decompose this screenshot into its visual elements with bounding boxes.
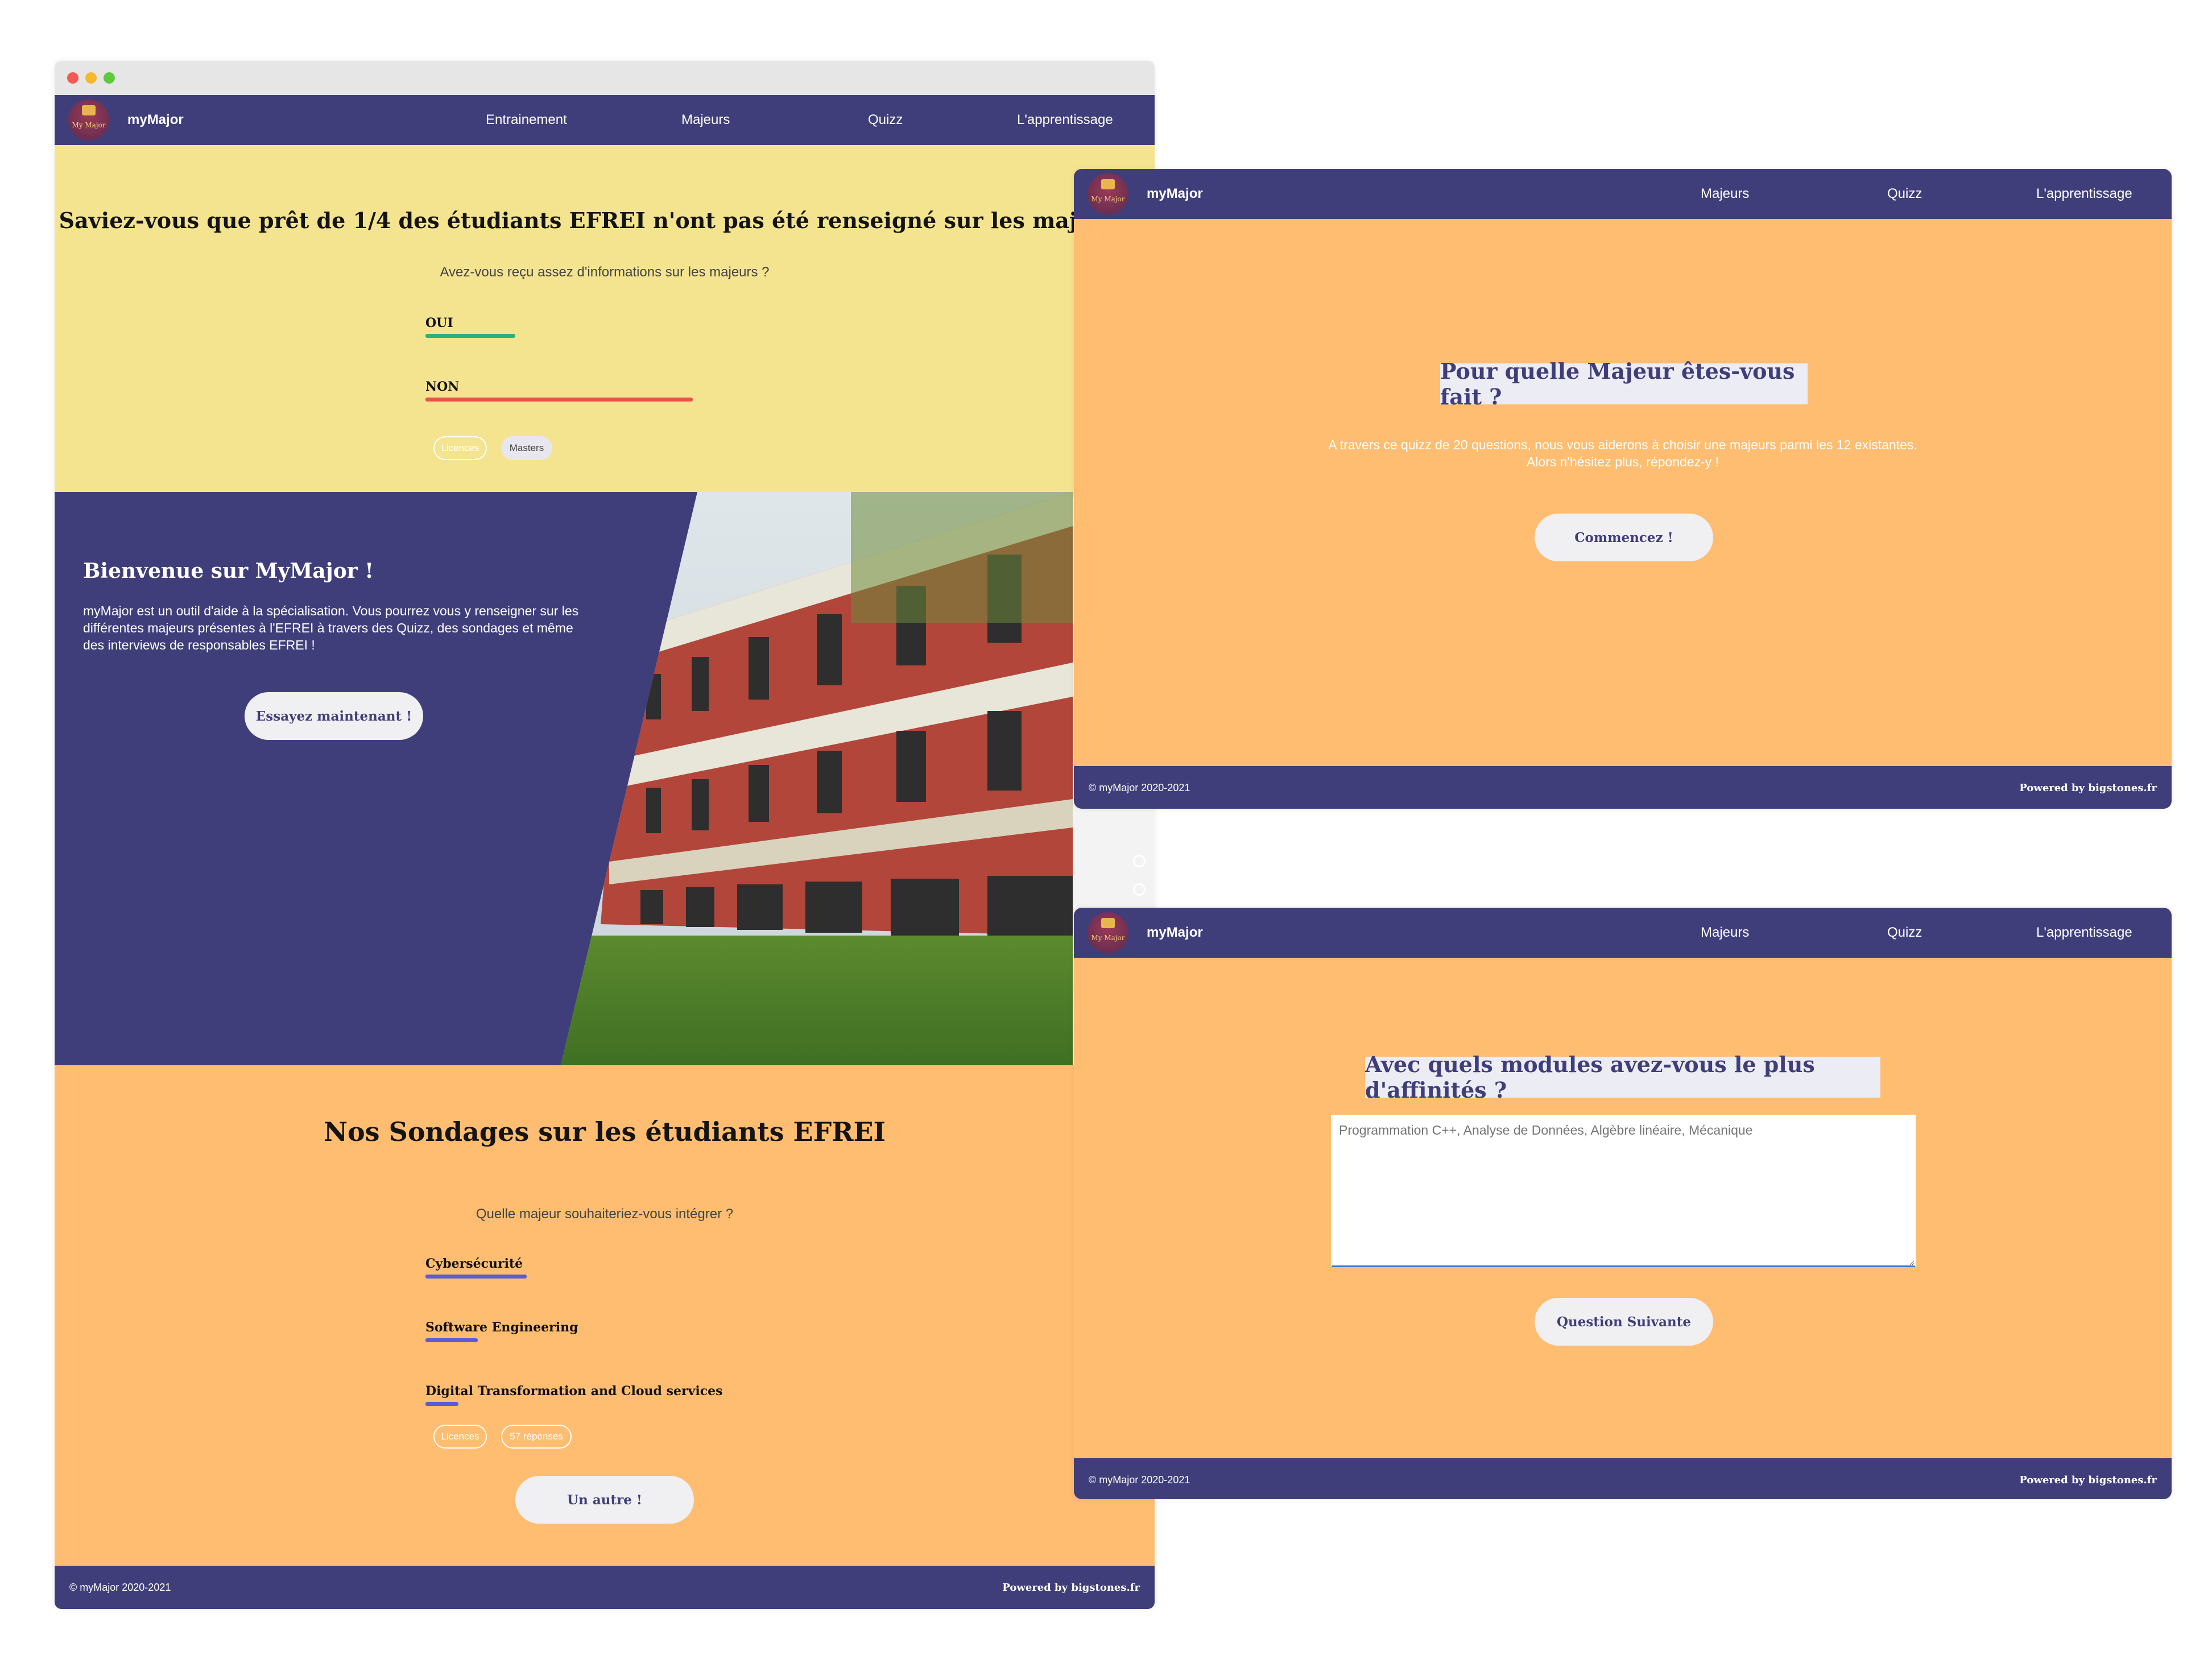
modules-answer-textarea[interactable] <box>1331 1115 1916 1267</box>
tag-responses-count[interactable]: 57 réponses <box>501 1425 572 1449</box>
main-browser-window: My Major myMajor Entrainement Majeurs Qu… <box>55 61 1155 1609</box>
brand-name[interactable]: myMajor <box>127 112 184 128</box>
tag-licences[interactable]: Licences <box>433 436 487 460</box>
nav-link-majeurs[interactable]: Majeurs <box>1701 925 1749 941</box>
main-navbar: My Major myMajor Entrainement Majeurs Qu… <box>55 95 1155 145</box>
footer-powered-by[interactable]: Powered by bigstones.fr <box>2019 1474 2157 1486</box>
poll-option-cybersecurite[interactable]: Cybersécurité <box>425 1256 523 1271</box>
poll-option-software-engineering[interactable]: Software Engineering <box>425 1320 578 1335</box>
carousel-dot-1[interactable] <box>1133 855 1146 867</box>
footer-copyright: © myMajor 2020-2021 <box>1089 782 1190 793</box>
footer-powered-by[interactable]: Powered by bigstones.fr <box>2019 782 2157 794</box>
quiz-navbar: My Major myMajor Majeurs Quizz L'apprent… <box>1074 169 2172 219</box>
next-question-button[interactable]: Question Suivante <box>1535 1298 1713 1346</box>
nav-link-apprentissage[interactable]: L'apprentissage <box>2036 925 2132 941</box>
close-window-icon[interactable] <box>67 72 78 84</box>
brand-name[interactable]: myMajor <box>1147 925 1203 941</box>
browser-title-bar <box>55 61 1155 95</box>
nav-link-quizz[interactable]: Quizz <box>1887 186 1922 202</box>
efrei-building-photo-icon <box>561 492 1073 1065</box>
footer-copyright: © myMajor 2020-2021 <box>69 1582 171 1593</box>
polls-title: Nos Sondages sur les étudiants EFREI <box>323 1116 886 1147</box>
carousel-dot-2[interactable] <box>1133 883 1146 896</box>
question-navbar: My Major myMajor Majeurs Quizz L'apprent… <box>1074 908 2172 958</box>
nav-link-majeurs[interactable]: Majeurs <box>1701 186 1749 202</box>
mymajor-logo-icon[interactable]: My Major <box>1088 912 1128 953</box>
mymajor-logo-icon[interactable]: My Major <box>68 100 109 140</box>
tag-licences[interactable]: Licences <box>433 1425 487 1449</box>
minimize-window-icon[interactable] <box>85 72 97 84</box>
nav-link-apprentissage[interactable]: L'apprentissage <box>2036 186 2132 202</box>
quiz-footer: © myMajor 2020-2021 Powered by bigstones… <box>1074 766 2172 809</box>
quiz-title: Pour quelle Majeur êtes-vous fait ? <box>1440 358 1808 409</box>
question-title: Avec quels modules avez-vous le plus d'a… <box>1365 1052 1880 1103</box>
nav-link-majeurs[interactable]: Majeurs <box>681 112 730 128</box>
another-poll-button[interactable]: Un autre ! <box>515 1476 694 1524</box>
quiz-description-line1: A travers ce quizz de 20 questions, nous… <box>1328 437 1917 452</box>
poll-bar-software-engineering <box>425 1338 478 1342</box>
brand-name[interactable]: myMajor <box>1147 186 1203 202</box>
nav-link-quizz[interactable]: Quizz <box>1887 925 1922 941</box>
poll-bar-cybersecurite <box>425 1275 527 1279</box>
survey-option-non[interactable]: NON <box>425 379 459 394</box>
survey-title: Saviez-vous que prêt de 1/4 des étudiant… <box>59 208 1151 233</box>
footer-copyright: © myMajor 2020-2021 <box>1089 1474 1190 1486</box>
question-footer: © myMajor 2020-2021 Powered by bigstones… <box>1074 1458 2172 1499</box>
poll-bar-digital-transformation <box>425 1402 458 1406</box>
quiz-question-window: My Major myMajor Majeurs Quizz L'apprent… <box>1074 908 2172 1499</box>
tag-masters[interactable]: Masters <box>501 436 552 460</box>
footer-powered-by[interactable]: Powered by bigstones.fr <box>1002 1582 1140 1594</box>
mymajor-logo-icon[interactable]: My Major <box>1088 173 1128 214</box>
quiz-description-line2: Alors n'hésitez plus, répondez-y ! <box>1526 454 1719 469</box>
hero-section: Bienvenue sur MyMajor ! myMajor est un o… <box>55 492 1073 1065</box>
quiz-intro-window: My Major myMajor Majeurs Quizz L'apprent… <box>1074 169 2172 809</box>
poll-option-digital-transformation[interactable]: Digital Transformation and Cloud service… <box>425 1384 722 1399</box>
maximize-window-icon[interactable] <box>104 72 115 84</box>
main-footer: © myMajor 2020-2021 Powered by bigstones… <box>55 1566 1155 1609</box>
survey-bar-non <box>425 398 693 402</box>
survey-bar-oui <box>425 334 515 338</box>
nav-link-entrainement[interactable]: Entrainement <box>486 112 567 128</box>
start-quiz-button[interactable]: Commencez ! <box>1535 514 1713 561</box>
survey-option-oui[interactable]: OUI <box>425 316 453 330</box>
nav-link-quizz[interactable]: Quizz <box>868 112 903 128</box>
polls-question: Quelle majeur souhaiteriez-vous intégrer… <box>476 1206 734 1222</box>
polls-section: Nos Sondages sur les étudiants EFREI Que… <box>55 1065 1155 1566</box>
nav-link-apprentissage[interactable]: L'apprentissage <box>1017 112 1113 128</box>
survey-question: Avez-vous reçu assez d'informations sur … <box>440 264 770 280</box>
survey-section: Saviez-vous que prêt de 1/4 des étudiant… <box>55 145 1155 498</box>
